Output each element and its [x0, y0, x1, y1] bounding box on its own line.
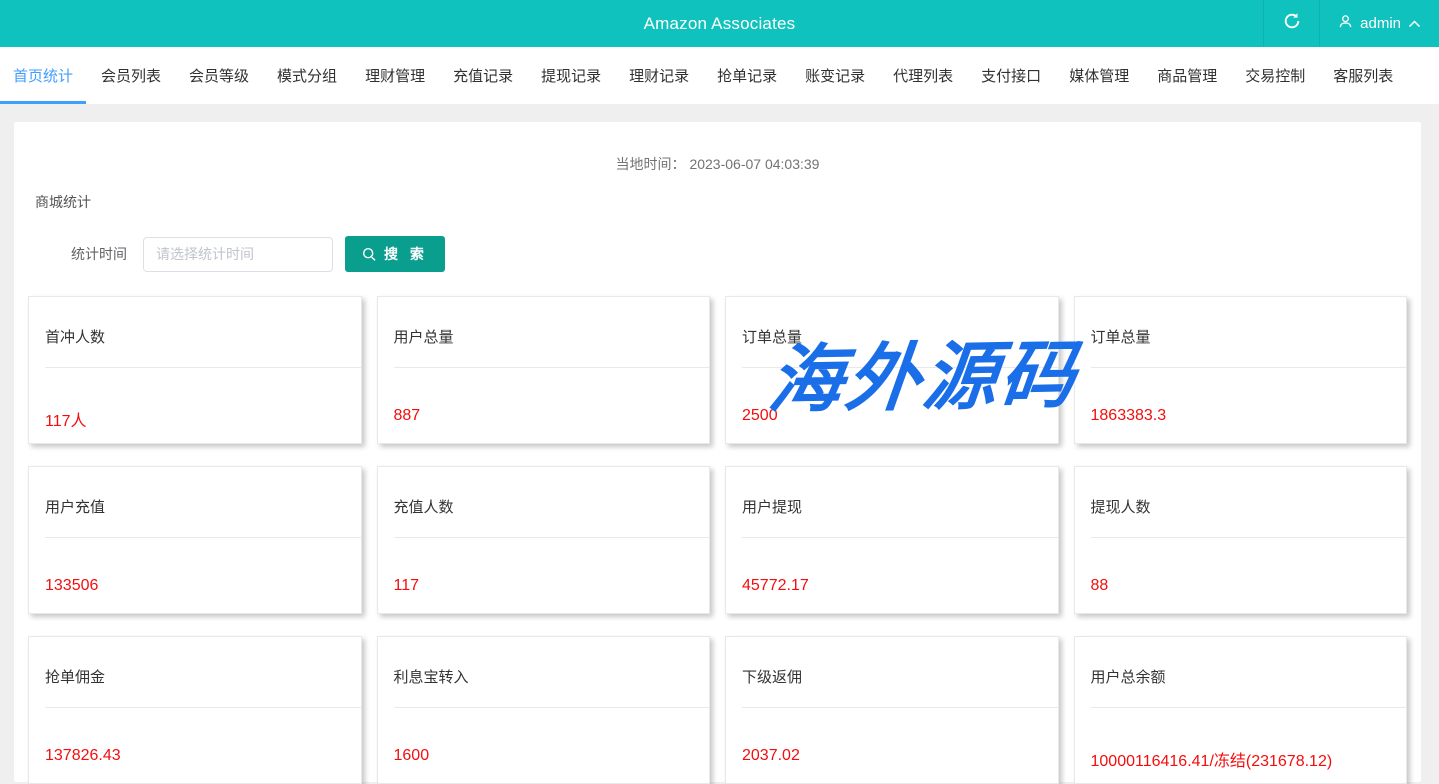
stat-card-total-orders: 订单总量 2500 [725, 296, 1059, 444]
tab-member-level[interactable]: 会员等级 [176, 47, 262, 104]
stat-card-first-recharge-users: 首冲人数 117人 [28, 296, 362, 444]
nav-bar: 首页统计 会员列表 会员等级 模式分组 理财管理 充值记录 提现记录 理财记录 … [0, 47, 1439, 104]
search-button[interactable]: 搜 索 [345, 236, 445, 272]
tab-balance-change-records[interactable]: 账变记录 [792, 47, 878, 104]
card-title: 用户充值 [29, 467, 361, 517]
card-title: 利息宝转入 [378, 637, 710, 687]
stat-card-total-order-amount: 订单总量 1863383.3 [1074, 296, 1408, 444]
card-value: 1600 [378, 708, 710, 765]
tab-agent-list[interactable]: 代理列表 [880, 47, 966, 104]
card-value: 10000116416.41/冻结(231678.12) [1075, 708, 1407, 771]
username: admin [1360, 15, 1401, 32]
card-title: 充值人数 [378, 467, 710, 517]
card-value: 137826.43 [29, 708, 361, 765]
local-time-label: 当地时间： [616, 156, 686, 172]
stats-grid: 首冲人数 117人 用户总量 887 订单总量 2500 订单总量 186338… [28, 296, 1407, 784]
refresh-button[interactable] [1263, 0, 1319, 47]
card-value: 2500 [726, 368, 1058, 425]
card-title: 首冲人数 [29, 297, 361, 347]
card-title: 下级返佣 [726, 637, 1058, 687]
section-title: 商城统计 [35, 192, 1407, 212]
search-icon [362, 247, 377, 262]
user-icon [1338, 14, 1353, 33]
card-value: 88 [1075, 538, 1407, 595]
card-value: 117人 [29, 368, 361, 431]
card-value: 45772.17 [726, 538, 1058, 595]
filter-form: 统计时间 搜 索 [28, 236, 1407, 272]
tab-finance-manage[interactable]: 理财管理 [352, 47, 438, 104]
tab-withdraw-records[interactable]: 提现记录 [528, 47, 614, 104]
tab-finance-records[interactable]: 理财记录 [616, 47, 702, 104]
tab-support-list[interactable]: 客服列表 [1320, 47, 1406, 104]
user-menu[interactable]: admin [1319, 0, 1439, 47]
card-title: 抢单佣金 [29, 637, 361, 687]
card-title: 订单总量 [1075, 297, 1407, 347]
card-title: 提现人数 [1075, 467, 1407, 517]
card-title: 用户总余额 [1075, 637, 1407, 687]
page-title: Amazon Associates [0, 0, 1439, 47]
stat-card-sub-rebate: 下级返佣 2037.02 [725, 636, 1059, 784]
search-button-label: 搜 索 [384, 244, 428, 264]
tab-payment-api[interactable]: 支付接口 [968, 47, 1054, 104]
app-header: Amazon Associates admin [0, 0, 1439, 47]
tab-product-manage[interactable]: 商品管理 [1144, 47, 1230, 104]
local-time: 当地时间： 2023-06-07 04:03:39 [28, 154, 1407, 174]
stat-card-total-user-balance: 用户总余额 10000116416.41/冻结(231678.12) [1074, 636, 1408, 784]
stat-card-recharge-users: 充值人数 117 [377, 466, 711, 614]
stat-card-total-users: 用户总量 887 [377, 296, 711, 444]
stat-time-input[interactable] [143, 237, 333, 272]
refresh-icon [1283, 12, 1301, 35]
header-actions: admin [1263, 0, 1439, 47]
card-value: 1863383.3 [1075, 368, 1407, 425]
stat-card-withdraw-users: 提现人数 88 [1074, 466, 1408, 614]
card-value: 2037.02 [726, 708, 1058, 765]
tab-trade-control[interactable]: 交易控制 [1232, 47, 1318, 104]
filter-label: 统计时间 [28, 244, 127, 264]
tab-recharge-records[interactable]: 充值记录 [440, 47, 526, 104]
card-title: 用户总量 [378, 297, 710, 347]
stat-card-grab-commission: 抢单佣金 137826.43 [28, 636, 362, 784]
tab-mode-group[interactable]: 模式分组 [264, 47, 350, 104]
chevron-up-icon [1408, 15, 1421, 32]
stat-card-interest-transfer-in: 利息宝转入 1600 [377, 636, 711, 784]
tab-member-list[interactable]: 会员列表 [88, 47, 174, 104]
tab-order-grab-records[interactable]: 抢单记录 [704, 47, 790, 104]
local-time-value: 2023-06-07 04:03:39 [689, 156, 819, 172]
card-title: 用户提现 [726, 467, 1058, 517]
spacer [0, 104, 1439, 122]
main-panel: 当地时间： 2023-06-07 04:03:39 商城统计 统计时间 搜 索 … [14, 122, 1421, 782]
stat-card-user-recharge: 用户充值 133506 [28, 466, 362, 614]
card-value: 887 [378, 368, 710, 425]
stat-card-user-withdraw: 用户提现 45772.17 [725, 466, 1059, 614]
card-value: 133506 [29, 538, 361, 595]
card-title: 订单总量 [726, 297, 1058, 347]
tab-home-stats[interactable]: 首页统计 [0, 47, 86, 104]
card-value: 117 [378, 538, 710, 595]
tab-media-manage[interactable]: 媒体管理 [1056, 47, 1142, 104]
